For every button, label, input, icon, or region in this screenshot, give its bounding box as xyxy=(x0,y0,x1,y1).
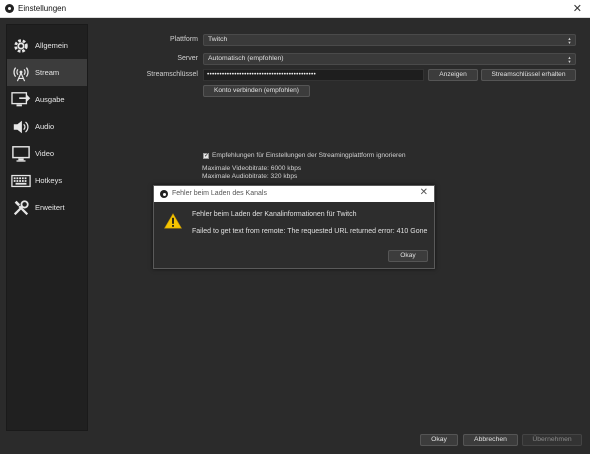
server-select[interactable]: Automatisch (empfohlen) ▲ ▼ xyxy=(203,53,576,65)
apply-button[interactable]: Übernehmen xyxy=(522,434,582,446)
dialog-ok-button[interactable]: Okay xyxy=(388,250,428,262)
sidebar-item-allgemein[interactable]: Allgemein xyxy=(7,32,87,59)
dialog-message-title: Fehler beim Laden der Kanalinformationen… xyxy=(192,211,357,218)
max-video-bitrate: Maximale Videobitrate: 6000 kbps xyxy=(202,165,302,172)
monitor-icon xyxy=(10,144,32,164)
platform-label: Plattform xyxy=(169,36,198,43)
ignore-recommendations-checkbox[interactable] xyxy=(203,152,209,159)
broadcast-icon xyxy=(10,63,32,83)
ok-button[interactable]: Okay xyxy=(420,434,458,446)
keyboard-icon xyxy=(10,171,32,191)
sidebar-item-label: Hotkeys xyxy=(35,176,63,185)
dialog-message-detail: Failed to get text from remote: The requ… xyxy=(192,228,428,235)
server-label: Server xyxy=(177,55,198,62)
window-titlebar: Einstellungen ✕ xyxy=(0,0,590,18)
window-close-icon[interactable]: ✕ xyxy=(573,2,582,15)
show-key-button[interactable]: Anzeigen xyxy=(428,69,478,81)
warning-icon xyxy=(164,213,182,229)
spin-arrows-icon: ▲ ▼ xyxy=(567,35,572,45)
sidebar-item-label: Audio xyxy=(35,122,55,131)
sidebar-item-label: Ausgabe xyxy=(35,95,65,104)
spin-arrows-icon: ▲ ▼ xyxy=(567,54,572,64)
ignore-recommendations-label: Empfehlungen für Einstellungen der Strea… xyxy=(212,152,406,159)
speaker-icon xyxy=(10,117,32,137)
sidebar-item-erweitert[interactable]: Erweitert xyxy=(7,194,87,221)
error-dialog: Fehler beim Laden des Kanals ✕ Fehler be… xyxy=(153,185,435,269)
tools-icon xyxy=(10,198,32,218)
platform-select[interactable]: Twitch ▲ ▼ xyxy=(203,34,576,46)
obs-logo-icon xyxy=(5,4,14,13)
stream-key-input[interactable]: ••••••••••••••••••••••••••••••••••••••••… xyxy=(203,69,424,81)
cancel-button[interactable]: Abbrechen xyxy=(463,434,518,446)
stream-key-label: Streamschlüssel xyxy=(146,71,198,78)
sidebar-item-label: Stream xyxy=(35,68,60,77)
settings-sidebar: Allgemein Stream Ausgabe Audio Video Hot… xyxy=(6,24,88,431)
sidebar-item-label: Allgemein xyxy=(35,41,68,50)
max-audio-bitrate: Maximale Audiobitrate: 320 kbps xyxy=(202,173,298,180)
sidebar-item-stream[interactable]: Stream xyxy=(7,59,87,86)
sidebar-item-ausgabe[interactable]: Ausgabe xyxy=(7,86,87,113)
server-value: Automatisch (empfohlen) xyxy=(208,55,284,62)
sidebar-item-label: Erweitert xyxy=(35,203,65,212)
dialog-titlebar: Fehler beim Laden des Kanals ✕ xyxy=(154,186,434,202)
connect-account-button[interactable]: Konto verbinden (empfohlen) xyxy=(203,85,310,97)
sidebar-item-label: Video xyxy=(35,149,55,158)
output-icon xyxy=(10,90,32,110)
platform-value: Twitch xyxy=(208,36,228,43)
gear-icon xyxy=(10,36,32,56)
sidebar-item-audio[interactable]: Audio xyxy=(7,113,87,140)
dialog-close-icon[interactable]: ✕ xyxy=(420,187,428,198)
dialog-title: Fehler beim Laden des Kanals xyxy=(172,190,267,197)
get-stream-key-button[interactable]: Streamschlüssel erhalten xyxy=(481,69,576,81)
window-title: Einstellungen xyxy=(18,4,67,13)
sidebar-item-hotkeys[interactable]: Hotkeys xyxy=(7,167,87,194)
obs-logo-icon xyxy=(160,190,168,198)
sidebar-item-video[interactable]: Video xyxy=(7,140,87,167)
